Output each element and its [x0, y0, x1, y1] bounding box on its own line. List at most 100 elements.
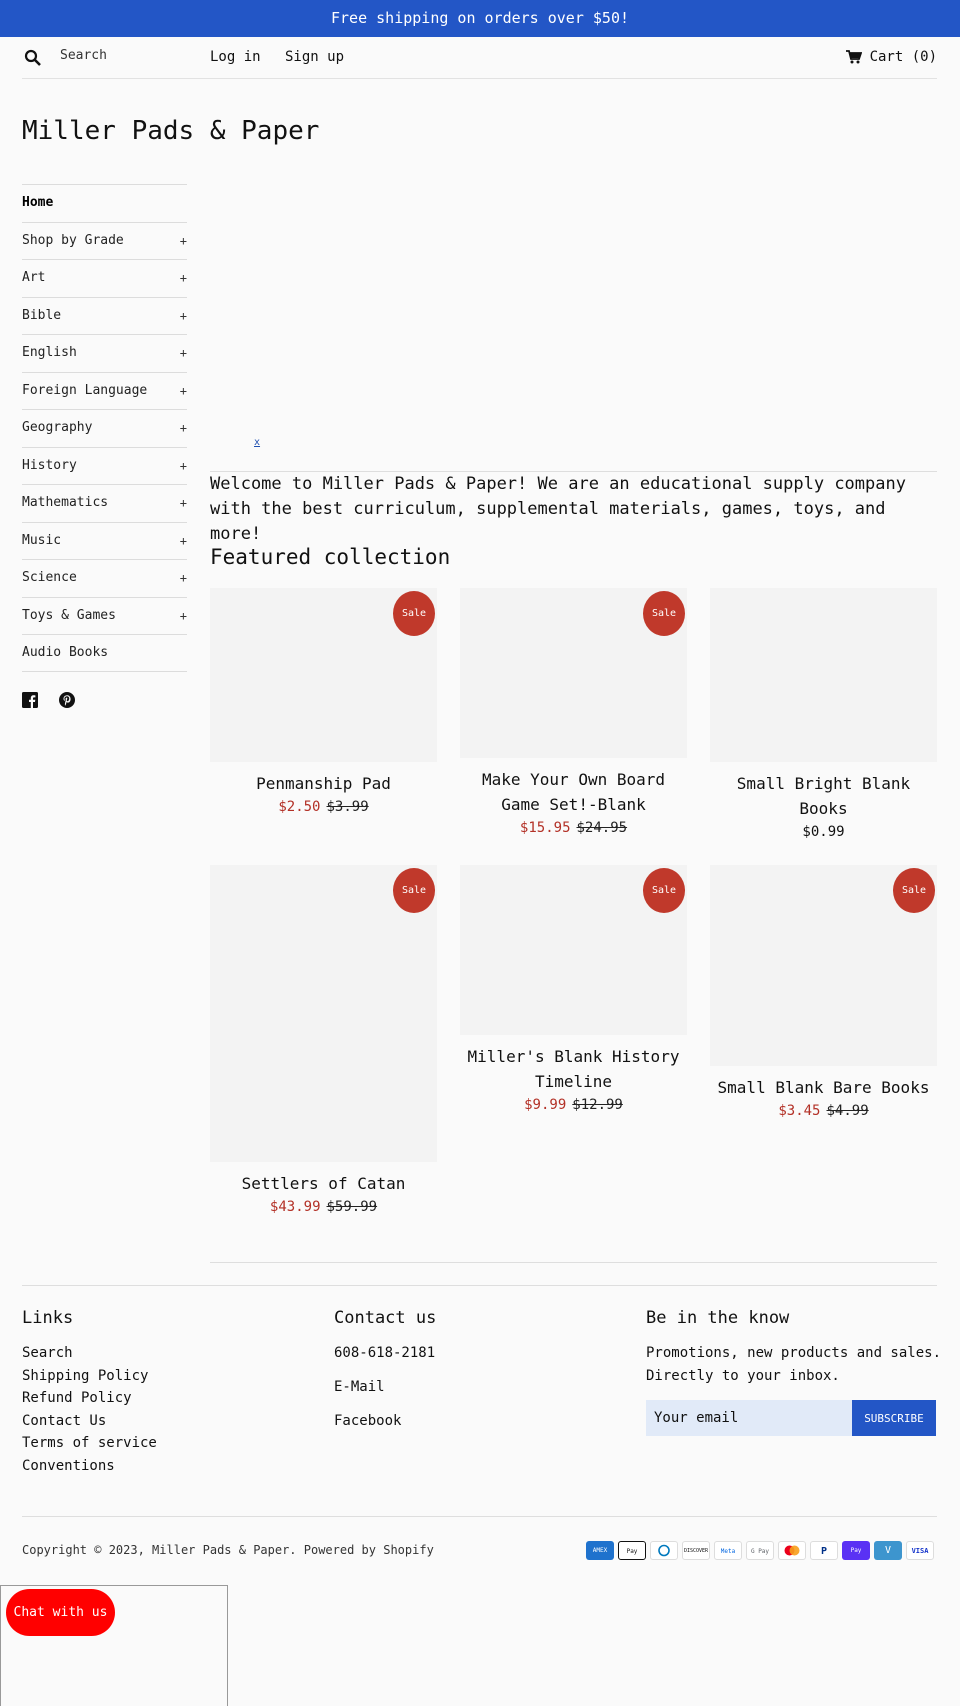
- facebook-icon[interactable]: [22, 692, 38, 708]
- product-name[interactable]: Small Blank Bare Books: [710, 1075, 937, 1100]
- top-bar: Log in Sign up Cart (0): [22, 37, 937, 79]
- shop-pay-icon: Pay: [842, 1541, 870, 1560]
- contact-facebook[interactable]: Facebook: [334, 1404, 436, 1438]
- apple-pay-icon: Pay: [618, 1541, 646, 1560]
- footer-link-shipping-policy[interactable]: Shipping Policy: [22, 1365, 157, 1388]
- expand-icon[interactable]: +: [180, 598, 187, 634]
- divider: [210, 1262, 937, 1263]
- cart-label: Cart (0): [869, 49, 937, 65]
- sale-price: $3.45: [778, 1103, 821, 1119]
- google-pay-icon: G Pay: [746, 1541, 774, 1560]
- sidebar-item-music[interactable]: Music +: [22, 521, 187, 560]
- paypal-icon: P: [810, 1541, 838, 1560]
- visa-icon: VISA: [906, 1541, 934, 1560]
- expand-icon[interactable]: +: [180, 523, 187, 559]
- footer-link-conventions[interactable]: Conventions: [22, 1455, 157, 1478]
- product-name[interactable]: Miller's Blank History Timeline: [460, 1044, 687, 1094]
- product-name[interactable]: Small Bright Blank Books: [710, 771, 937, 821]
- product-price: $3.45 $4.99: [710, 1100, 937, 1122]
- product-image[interactable]: Sale: [710, 865, 937, 1066]
- sidebar-item-audio-books[interactable]: Audio Books: [22, 634, 187, 672]
- product-card[interactable]: Sale Settlers of Catan $43.99 $59.99: [210, 865, 437, 1218]
- footer-divider: [22, 1285, 937, 1286]
- footer-link-contact-us[interactable]: Contact Us: [22, 1410, 157, 1433]
- sale-badge: Sale: [643, 868, 685, 913]
- expand-icon[interactable]: +: [180, 485, 187, 521]
- pinterest-icon[interactable]: [58, 692, 75, 708]
- product-price: $0.99: [710, 821, 937, 843]
- sidebar-item-label: English: [22, 345, 77, 360]
- sidebar-item-foreign-language[interactable]: Foreign Language +: [22, 371, 187, 410]
- product-image[interactable]: [710, 588, 937, 762]
- expand-icon[interactable]: +: [180, 260, 187, 296]
- product-price: $2.50 $3.99: [210, 796, 437, 818]
- search-icon[interactable]: [24, 49, 42, 67]
- sidebar-item-history[interactable]: History +: [22, 446, 187, 485]
- product-image[interactable]: Sale: [210, 865, 437, 1162]
- sidebar-item-art[interactable]: Art +: [22, 259, 187, 297]
- product-card[interactable]: Sale Small Blank Bare Books $3.45 $4.99: [710, 865, 937, 1122]
- product-name[interactable]: Penmanship Pad: [210, 771, 437, 796]
- expand-icon[interactable]: +: [180, 448, 187, 484]
- sidebar-item-mathematics[interactable]: Mathematics +: [22, 484, 187, 522]
- site-title[interactable]: Miller Pads & Paper: [22, 116, 319, 146]
- expand-icon[interactable]: +: [180, 560, 187, 596]
- product-card[interactable]: Sale Miller's Blank History Timeline $9.…: [460, 865, 687, 1116]
- product-name[interactable]: Settlers of Catan: [210, 1171, 437, 1196]
- sidebar-item-label: Foreign Language: [22, 382, 148, 398]
- product-image[interactable]: Sale: [460, 588, 687, 758]
- hero-image-placeholder[interactable]: x: [254, 437, 260, 448]
- footer-link-terms[interactable]: Terms of service: [22, 1432, 157, 1455]
- sidebar-item-label: Home: [22, 195, 54, 210]
- sidebar-item-science[interactable]: Science +: [22, 559, 187, 597]
- contact-phone[interactable]: 608-618-2181: [334, 1336, 436, 1370]
- footer-link-search[interactable]: Search: [22, 1342, 157, 1365]
- sidebar-item-geography[interactable]: Geography +: [22, 409, 187, 447]
- meta-pay-icon: Meta: [714, 1541, 742, 1560]
- footer-divider: [22, 1516, 937, 1517]
- chat-button[interactable]: Chat with us: [6, 1589, 115, 1636]
- diners-club-icon: [650, 1541, 678, 1560]
- expand-icon[interactable]: +: [180, 373, 187, 409]
- sidebar-item-home[interactable]: Home: [22, 184, 187, 222]
- sidebar-item-bible[interactable]: Bible +: [22, 296, 187, 335]
- product-image[interactable]: Sale: [460, 865, 687, 1035]
- original-price: $59.99: [326, 1199, 378, 1215]
- welcome-text: Welcome to Miller Pads & Paper! We are a…: [210, 474, 906, 544]
- expand-icon[interactable]: +: [180, 223, 187, 259]
- expand-icon[interactable]: +: [180, 410, 187, 446]
- product-image[interactable]: Sale: [210, 588, 437, 762]
- regular-price: $0.99: [802, 824, 845, 840]
- sale-badge: Sale: [643, 591, 685, 636]
- sidebar-item-label: Art: [22, 270, 46, 285]
- footer-link-refund-policy[interactable]: Refund Policy: [22, 1387, 157, 1410]
- subscribe-button[interactable]: SUBSCRIBE: [852, 1400, 936, 1436]
- sale-price: $15.95: [519, 820, 571, 836]
- sidebar-item-toys-games[interactable]: Toys & Games +: [22, 596, 187, 635]
- amex-icon: AMEX: [586, 1541, 614, 1560]
- email-field[interactable]: [646, 1400, 852, 1436]
- signup-link[interactable]: Sign up: [285, 49, 344, 65]
- product-card[interactable]: Sale Make Your Own Board Game Set!-Blank…: [460, 588, 687, 839]
- sidebar-item-label: Bible: [22, 307, 62, 323]
- sale-badge: Sale: [393, 591, 435, 636]
- login-link[interactable]: Log in: [210, 49, 261, 65]
- product-price: $15.95 $24.95: [460, 817, 687, 839]
- sidebar-item-english[interactable]: English +: [22, 334, 187, 372]
- search-input[interactable]: [60, 45, 210, 65]
- original-price: $12.99: [572, 1097, 623, 1113]
- featured-collection-title: Featured collection: [210, 545, 451, 569]
- contact-email[interactable]: E-Mail: [334, 1370, 436, 1404]
- product-card[interactable]: Small Bright Blank Books $0.99: [710, 588, 937, 843]
- sidebar-item-label: Geography: [22, 420, 93, 435]
- product-card[interactable]: Sale Penmanship Pad $2.50 $3.99: [210, 588, 437, 818]
- footer-contact: Contact us 608-618-2181 E-Mail Facebook: [334, 1308, 436, 1438]
- product-name[interactable]: Make Your Own Board Game Set!-Blank: [460, 767, 687, 817]
- footer-newsletter: Be in the know Promotions, new products …: [646, 1308, 941, 1448]
- newsletter-text: Promotions, new products and sales. Dire…: [646, 1345, 942, 1384]
- expand-icon[interactable]: +: [180, 335, 187, 371]
- sale-price: $43.99: [269, 1199, 321, 1215]
- expand-icon[interactable]: +: [180, 298, 187, 334]
- cart-link[interactable]: Cart (0): [845, 49, 937, 65]
- sidebar-item-shop-by-grade[interactable]: Shop by Grade +: [22, 221, 187, 260]
